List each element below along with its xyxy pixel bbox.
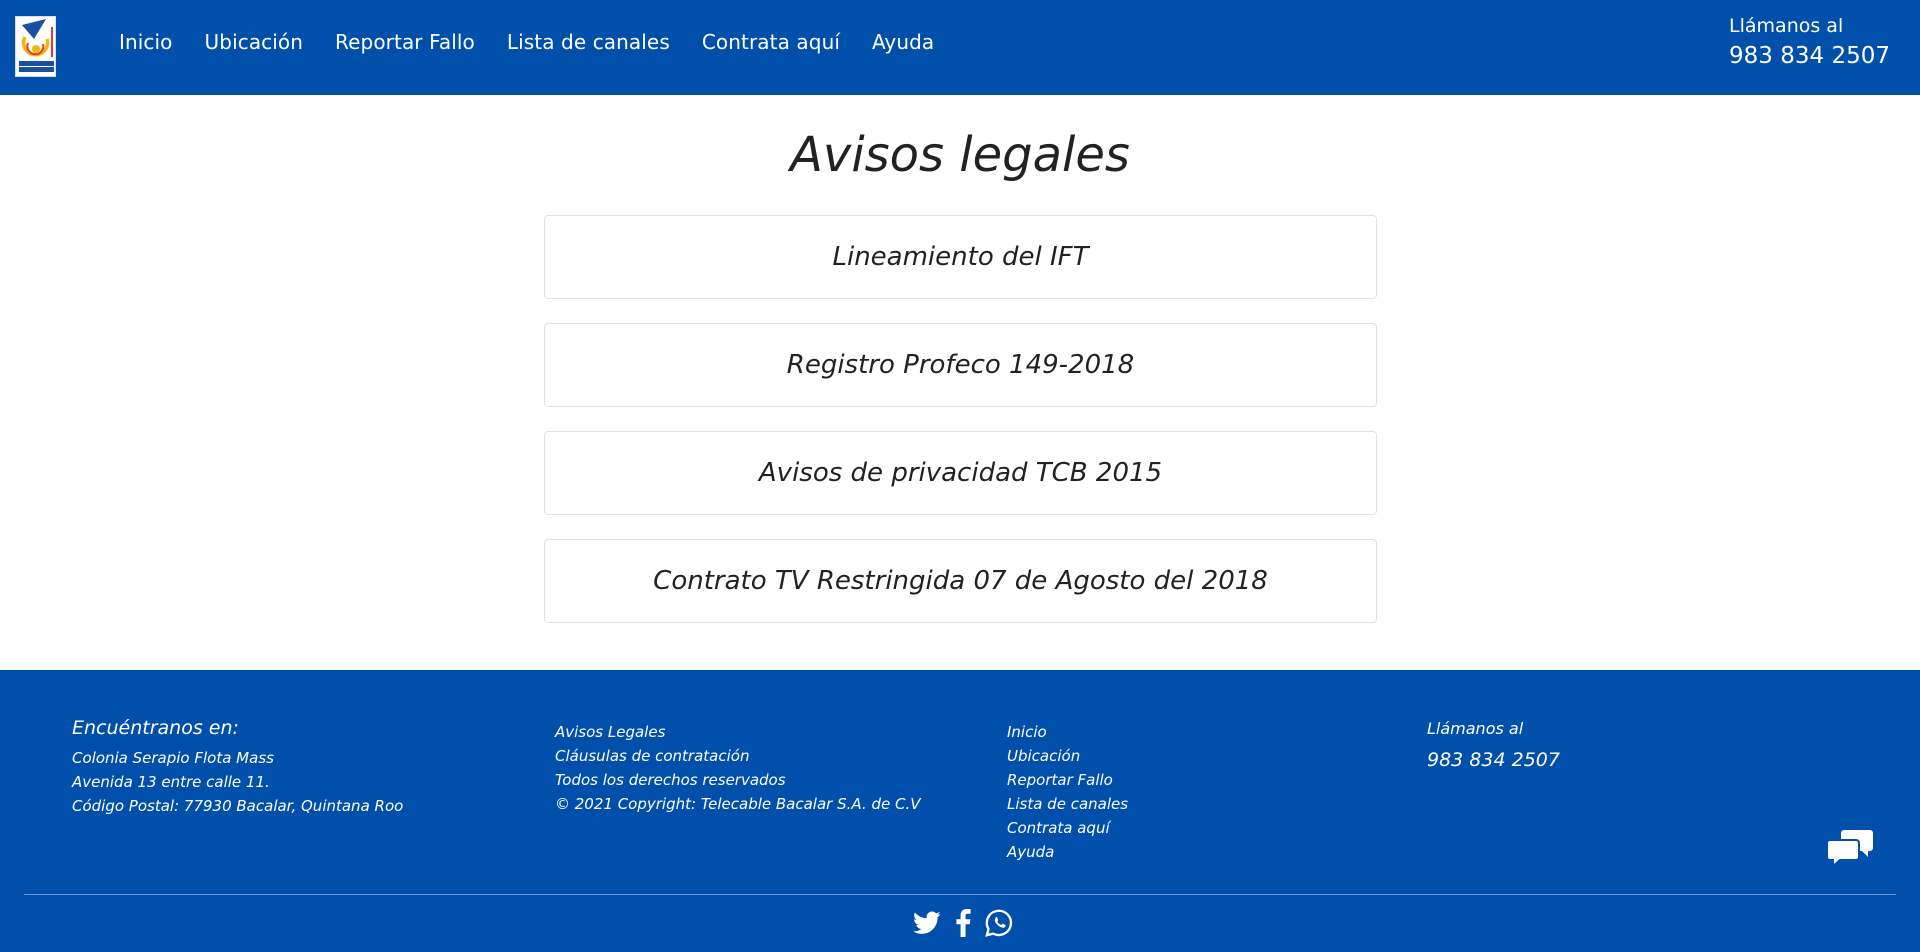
footer-link-avisos-legales[interactable]: Avisos Legales: [555, 720, 921, 744]
footer-call-number[interactable]: 983 834 2507: [1427, 746, 1560, 774]
footer-call: Llámanos al 983 834 2507: [1427, 718, 1560, 774]
nav-contrata-aqui[interactable]: Contrata aquí: [702, 28, 840, 56]
footer-link-contrata-aqui[interactable]: Contrata aquí: [1007, 816, 1128, 840]
nav-inicio[interactable]: Inicio: [119, 28, 173, 56]
top-navbar: Inicio Ubicación Reportar Fallo Lista de…: [0, 0, 1920, 95]
doc-card-registro-profeco[interactable]: Registro Profeco 149-2018: [544, 323, 1377, 407]
footer-link-inicio[interactable]: Inicio: [1007, 720, 1128, 744]
footer-link-ubicacion[interactable]: Ubicación: [1007, 744, 1128, 768]
footer-link-reportar-fallo[interactable]: Reportar Fallo: [1007, 768, 1128, 792]
doc-card-label: Lineamiento del IFT: [832, 242, 1089, 272]
twitter-icon[interactable]: [912, 908, 942, 938]
footer-legal: Avisos Legales Cláusulas de contratación…: [555, 720, 921, 816]
footer-link-clausulas[interactable]: Cláusulas de contratación: [555, 744, 921, 768]
footer-rights: Todos los derechos reservados: [555, 771, 786, 789]
header-call-number[interactable]: 983 834 2507: [1729, 40, 1890, 72]
footer-copyright: © 2021 Copyright: Telecable Bacalar S.A.…: [555, 795, 921, 813]
footer-link-ayuda[interactable]: Ayuda: [1007, 840, 1128, 864]
chat-bubbles-icon[interactable]: [1826, 826, 1874, 870]
main-nav: Inicio Ubicación Reportar Fallo Lista de…: [119, 28, 934, 56]
doc-card-lineamiento-ift[interactable]: Lineamiento del IFT: [544, 215, 1377, 299]
doc-card-label: Contrato TV Restringida 07 de Agosto del…: [653, 566, 1268, 596]
footer-call-label: Llámanos al: [1427, 719, 1524, 738]
legal-documents-list: Lineamiento del IFT Registro Profeco 149…: [544, 215, 1377, 647]
doc-card-contrato-tv[interactable]: Contrato TV Restringida 07 de Agosto del…: [544, 539, 1377, 623]
footer-link-lista-canales[interactable]: Lista de canales: [1007, 792, 1128, 816]
site-footer: Encuéntranos en: Colonia Serapio Flota M…: [0, 670, 1920, 952]
header-call-box: Llámanos al 983 834 2507: [1729, 14, 1890, 72]
nav-lista-de-canales[interactable]: Lista de canales: [507, 28, 670, 56]
page-title: Avisos legales: [790, 127, 1130, 183]
nav-reportar-fallo[interactable]: Reportar Fallo: [335, 28, 475, 56]
header-call-label: Llámanos al: [1729, 15, 1844, 37]
footer-location-heading: Encuéntranos en:: [72, 717, 239, 739]
telecable-bacalar-logo-icon[interactable]: [15, 16, 56, 77]
doc-card-label: Avisos de privacidad TCB 2015: [758, 458, 1163, 488]
footer-divider: [24, 894, 1896, 895]
nav-ayuda[interactable]: Ayuda: [872, 28, 934, 56]
whatsapp-icon[interactable]: [984, 908, 1014, 938]
facebook-icon[interactable]: [948, 908, 978, 938]
footer-location: Encuéntranos en: Colonia Serapio Flota M…: [72, 717, 404, 818]
footer-address-line: Código Postal: 77930 Bacalar, Quintana R…: [72, 797, 404, 815]
social-links: [912, 908, 1014, 938]
doc-card-avisos-privacidad[interactable]: Avisos de privacidad TCB 2015: [544, 431, 1377, 515]
footer-address-line: Colonia Serapio Flota Mass: [72, 749, 274, 767]
nav-ubicacion[interactable]: Ubicación: [205, 28, 304, 56]
footer-links: Inicio Ubicación Reportar Fallo Lista de…: [1007, 720, 1128, 864]
footer-address-line: Avenida 13 entre calle 11.: [72, 773, 270, 791]
doc-card-label: Registro Profeco 149-2018: [786, 350, 1135, 380]
